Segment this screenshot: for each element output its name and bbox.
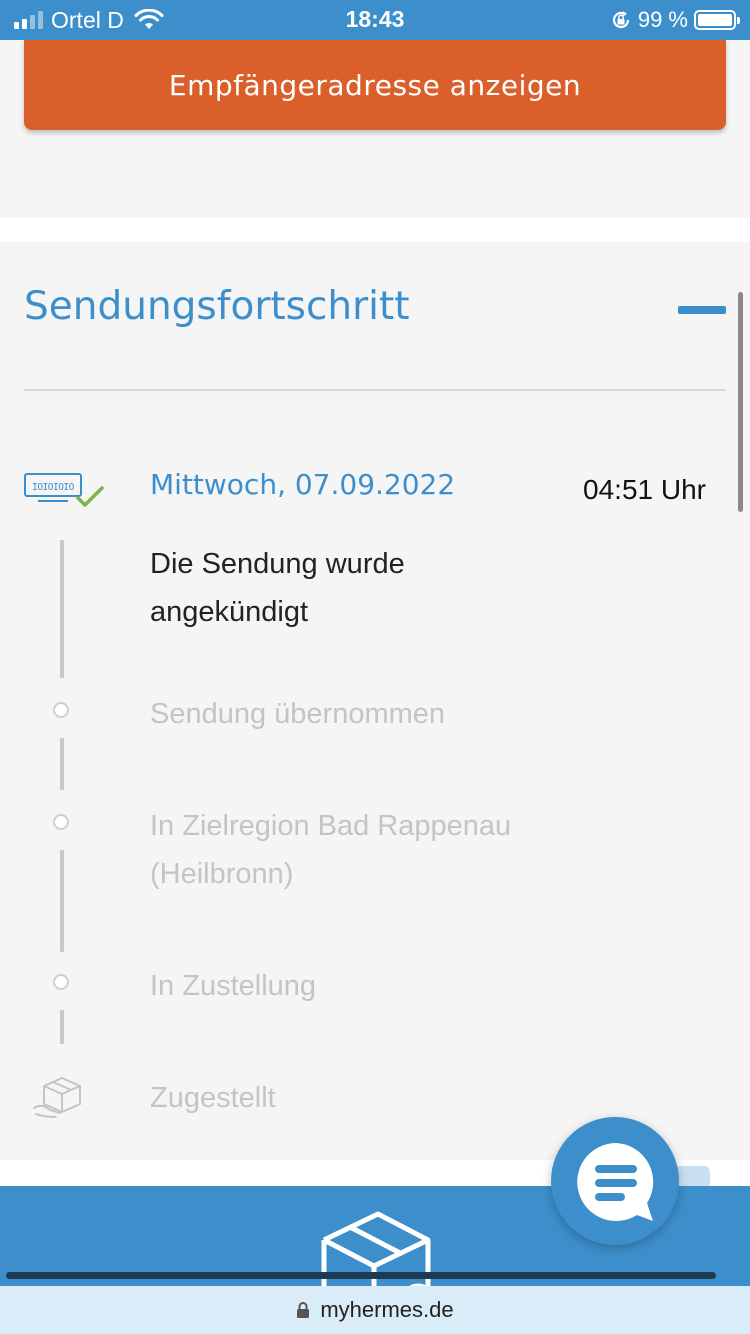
event-time: 04:51 Uhr [583, 474, 706, 505]
battery-fill [698, 14, 732, 26]
dot-icon [53, 814, 69, 830]
dot-icon [53, 702, 69, 718]
step-label-taken-over: Sendung übernommen [150, 698, 446, 730]
timeline-line [60, 850, 64, 952]
home-indicator [6, 1272, 716, 1279]
event-description: Die Sendung wurde angekündigt [150, 548, 405, 628]
divider-band [0, 218, 750, 242]
timeline-line [60, 738, 64, 790]
package-hand-icon [33, 1077, 81, 1118]
scrollbar[interactable] [738, 292, 743, 512]
step-label-target-region: In Zielregion Bad Rappenau (Heilbronn) [150, 810, 512, 890]
minus-icon [678, 306, 726, 314]
lock-icon [297, 1302, 310, 1318]
svg-text:IOIOIOIO: IOIOIOIO [32, 482, 75, 493]
timeline-line [60, 540, 64, 678]
event-date: Mittwoch, 07.09.2022 [150, 468, 456, 501]
dot-icon [53, 974, 69, 990]
status-bar: Ortel D 18:43 99 % [0, 0, 750, 40]
section-title: Sendungsfortschritt [24, 284, 410, 329]
rotation-lock-icon [612, 11, 629, 29]
chat-button[interactable] [551, 1117, 679, 1245]
collapse-button[interactable] [670, 292, 734, 328]
url-text: myhermes.de [320, 1297, 454, 1322]
url-bar[interactable]: myhermes.de [0, 1286, 750, 1334]
battery-percent: 99 % [637, 7, 688, 32]
step-label-in-delivery: In Zustellung [150, 970, 317, 1002]
timeline-line [60, 1010, 64, 1044]
status-right: 99 % [610, 6, 740, 34]
battery-icon [694, 10, 740, 30]
barcode-check-icon: IOIOIOIO [24, 473, 104, 507]
show-recipient-address-button[interactable]: Empfängeradresse anzeigen [24, 40, 726, 130]
chat-icon [577, 1143, 654, 1221]
step-label-delivered: Zugestellt [150, 1082, 276, 1114]
top-area: Empfängeradresse anzeigen [0, 40, 750, 218]
section-divider [24, 389, 726, 391]
shipment-progress-card: Sendungsfortschritt IOIOIOIO Mittwoch, 0… [0, 242, 750, 1160]
